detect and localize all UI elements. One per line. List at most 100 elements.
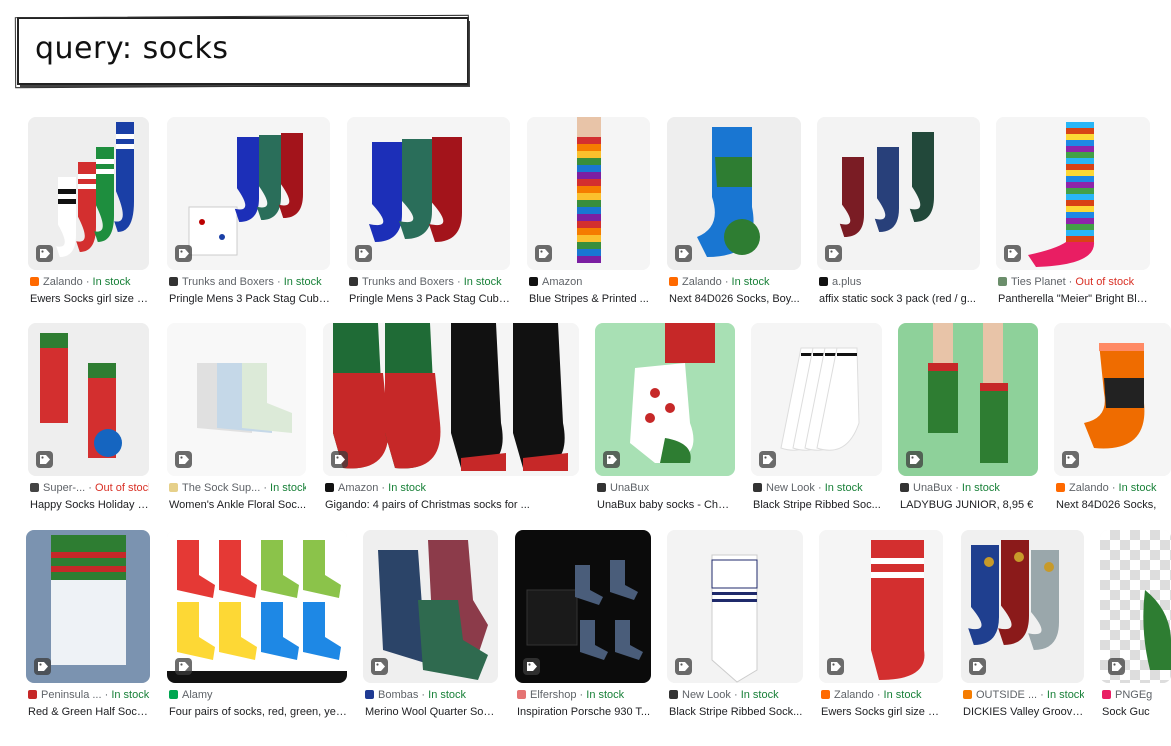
result-title[interactable]: Pringle Mens 3 Pack Stag Cube...	[349, 293, 510, 305]
result-thumbnail[interactable]	[527, 117, 650, 270]
result-source[interactable]: UnaBux · In stock	[900, 482, 1038, 494]
result-title[interactable]: Four pairs of socks, red, green, yell...	[169, 706, 347, 718]
result-card[interactable]: Trunks and Boxers · In stock Pringle Mens…	[347, 117, 510, 320]
result-source[interactable]: Amazon · In stock	[325, 482, 579, 494]
result-card[interactable]: Alamy Four pairs of socks, red, green, ye…	[167, 530, 347, 733]
result-source[interactable]: Ties Planet · Out of stock	[998, 276, 1150, 288]
result-card[interactable]: New Look · In stock Black Stripe Ribbed S…	[667, 530, 803, 733]
result-thumbnail[interactable]	[515, 530, 651, 683]
result-thumbnail[interactable]	[26, 530, 150, 683]
result-thumbnail[interactable]	[819, 530, 943, 683]
product-tag-icon	[371, 658, 388, 675]
result-thumbnail[interactable]	[1100, 530, 1171, 683]
separator-dot: ·	[873, 689, 884, 701]
result-source[interactable]: UnaBux	[597, 482, 735, 494]
result-source[interactable]: Trunks and Boxers · In stock	[169, 276, 330, 288]
result-thumbnail[interactable]	[961, 530, 1084, 683]
result-thumbnail[interactable]	[363, 530, 498, 683]
result-thumbnail[interactable]	[28, 117, 149, 270]
result-source[interactable]: New Look · In stock	[669, 689, 803, 701]
result-title[interactable]: Merino Wool Quarter Soc...	[365, 706, 498, 718]
result-title[interactable]: Happy Socks Holiday L...	[30, 499, 149, 511]
result-thumbnail[interactable]	[167, 117, 330, 270]
sock-image	[167, 530, 347, 683]
result-card[interactable]: Bombas · In stock Merino Wool Quarter Soc…	[363, 530, 498, 733]
result-title[interactable]: Gigando: 4 pairs of Christmas socks for …	[325, 499, 579, 511]
result-title[interactable]: Pantherella "Meier" Bright Blu...	[998, 293, 1150, 305]
result-thumbnail[interactable]	[817, 117, 980, 270]
result-thumbnail[interactable]	[28, 323, 149, 476]
result-title[interactable]: Women's Ankle Floral Soc...	[169, 499, 306, 511]
result-source[interactable]: Zalando · In stock	[30, 276, 149, 288]
result-thumbnail[interactable]	[323, 323, 579, 476]
result-thumbnail[interactable]	[1054, 323, 1171, 476]
result-card[interactable]: The Sock Sup... · In stock Women's Ankle …	[167, 323, 306, 526]
result-title[interactable]: Sock Guc	[1102, 706, 1171, 718]
result-card[interactable]: Amazon · In stock Gigando: 4 pairs of Chr…	[323, 323, 579, 526]
result-source[interactable]: Zalando · In stock	[669, 276, 801, 288]
result-card[interactable]: Trunks and Boxers · In stock Pringle Mens…	[167, 117, 330, 320]
result-card[interactable]: OUTSIDE ... · In stock DICKIES Valley Gro…	[961, 530, 1084, 733]
result-card[interactable]: Zalando · In stock Ewers Socks girl size …	[28, 117, 149, 320]
result-title[interactable]: Blue Stripes & Printed ...	[529, 293, 650, 305]
result-source[interactable]: New Look · In stock	[753, 482, 882, 494]
result-thumbnail[interactable]	[347, 117, 510, 270]
result-thumbnail[interactable]	[667, 530, 803, 683]
result-card[interactable]: Elfershop · In stock Inspiration Porsche …	[515, 530, 651, 733]
source-name: Amazon	[338, 482, 379, 494]
result-title[interactable]: affix static sock 3 pack (red / g...	[819, 293, 980, 305]
result-source[interactable]: Peninsula ... · In stock	[28, 689, 150, 701]
result-thumbnail[interactable]	[595, 323, 735, 476]
result-card[interactable]: PNGEg Sock Guc	[1100, 530, 1171, 733]
result-thumbnail[interactable]	[167, 530, 347, 683]
result-card[interactable]: Zalando · In stock Next 84D026 Socks, Boy…	[667, 117, 801, 320]
result-thumbnail[interactable]	[667, 117, 801, 270]
result-thumbnail[interactable]	[996, 117, 1150, 270]
result-source[interactable]: a.plus	[819, 276, 980, 288]
result-source[interactable]: OUTSIDE ... · In stock	[963, 689, 1084, 701]
separator-dot: ·	[814, 482, 825, 494]
result-title[interactable]: Red & Green Half Sock...	[28, 706, 150, 718]
result-thumbnail[interactable]	[167, 323, 306, 476]
result-title[interactable]: Next 84D026 Socks, Boy...	[669, 293, 801, 305]
result-card[interactable]: Super-... · Out of stock Happy Socks Holi…	[28, 323, 149, 526]
bombas-icon	[365, 690, 374, 699]
zalando-icon	[669, 277, 678, 286]
result-source[interactable]: PNGEg	[1102, 689, 1171, 701]
result-source[interactable]: Bombas · In stock	[365, 689, 498, 701]
amazon-icon	[325, 483, 334, 492]
result-source[interactable]: Trunks and Boxers · In stock	[349, 276, 510, 288]
result-title[interactable]: Pringle Mens 3 Pack Stag Cube...	[169, 293, 330, 305]
result-title[interactable]: Next 84D026 Socks,	[1056, 499, 1171, 511]
result-title[interactable]: DICKIES Valley Groove ...	[963, 706, 1084, 718]
product-tag-icon	[1108, 658, 1125, 675]
result-title[interactable]: Ewers Socks girl size 3...	[30, 293, 149, 305]
result-card[interactable]: Ties Planet · Out of stock Pantherella "M…	[996, 117, 1150, 320]
result-title[interactable]: Ewers Socks girl size 3...	[821, 706, 943, 718]
result-card[interactable]: Amazon Blue Stripes & Printed ...	[527, 117, 650, 320]
result-card[interactable]: Zalando · In stock Next 84D026 Socks,	[1054, 323, 1171, 526]
result-title[interactable]: Black Stripe Ribbed Sock...	[669, 706, 803, 718]
result-thumbnail[interactable]	[898, 323, 1038, 476]
sock-image	[323, 323, 579, 476]
result-source[interactable]: Elfershop · In stock	[517, 689, 651, 701]
result-title[interactable]: Inspiration Porsche 930 T...	[517, 706, 651, 718]
result-card[interactable]: New Look · In stock Black Stripe Ribbed S…	[751, 323, 882, 526]
result-title[interactable]: Black Stripe Ribbed Soc...	[753, 499, 882, 511]
result-source[interactable]: Alamy	[169, 689, 347, 701]
result-title[interactable]: LADYBUG JUNIOR, 8,95 €	[900, 499, 1038, 511]
result-title[interactable]: UnaBux baby socks - Cher...	[597, 499, 735, 511]
result-source[interactable]: Zalando · In stock	[1056, 482, 1171, 494]
source-name: PNGEg	[1115, 689, 1153, 701]
result-source[interactable]: Super-... · Out of stock	[30, 482, 149, 494]
result-card[interactable]: UnaBux · In stock LADYBUG JUNIOR, 8,95 €	[898, 323, 1038, 526]
result-card[interactable]: UnaBux UnaBux baby socks - Cher...	[595, 323, 735, 526]
result-thumbnail[interactable]	[751, 323, 882, 476]
result-source[interactable]: Zalando · In stock	[821, 689, 943, 701]
source-name: Super-...	[43, 482, 86, 494]
result-card[interactable]: Zalando · In stock Ewers Socks girl size …	[819, 530, 943, 733]
result-source[interactable]: The Sock Sup... · In stock	[169, 482, 306, 494]
result-card[interactable]: a.plus affix static sock 3 pack (red / g.…	[817, 117, 980, 320]
result-source[interactable]: Amazon	[529, 276, 650, 288]
result-card[interactable]: Peninsula ... · In stock Red & Green Half…	[26, 530, 150, 733]
